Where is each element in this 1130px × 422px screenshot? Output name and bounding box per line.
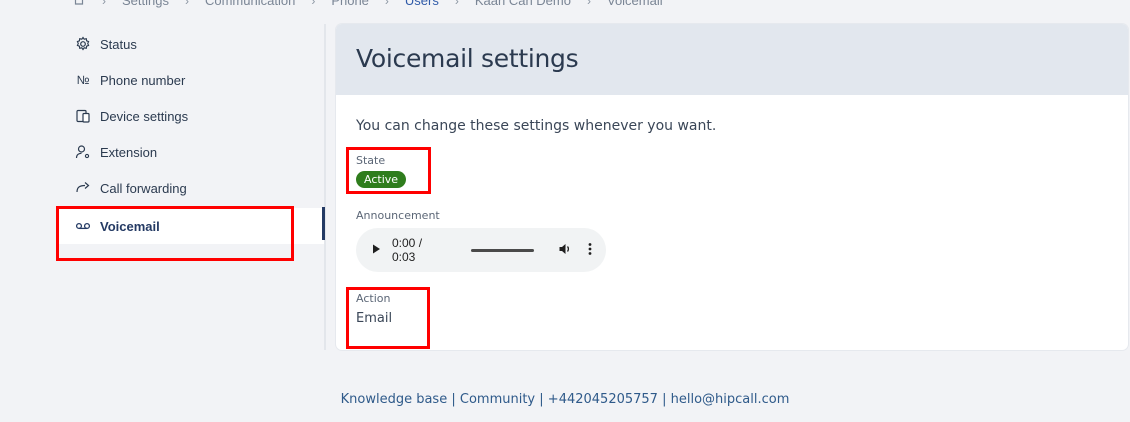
footer-separator: | bbox=[539, 392, 544, 407]
page-title: Voicemail settings bbox=[356, 44, 579, 73]
numero-icon: № bbox=[76, 73, 90, 87]
audio-player: 0:00 / 0:03 bbox=[356, 228, 606, 272]
sidebar-item-label: Extension bbox=[100, 144, 158, 160]
community-link[interactable]: Community bbox=[460, 392, 535, 407]
more-options-icon[interactable] bbox=[588, 242, 592, 259]
state-field: State Active bbox=[356, 154, 1108, 188]
gear-icon bbox=[74, 35, 92, 53]
annotation-box-state bbox=[346, 147, 431, 194]
sidebar-item-label: Status bbox=[100, 36, 137, 52]
sidebar-divider bbox=[324, 24, 326, 350]
chevron-right-icon: › bbox=[384, 0, 389, 8]
volume-icon[interactable] bbox=[558, 242, 572, 259]
intro-text: You can change these settings whenever y… bbox=[356, 118, 717, 134]
voicemail-settings-card: Voicemail settings You can change these … bbox=[336, 24, 1128, 350]
sidebar-item-label: Call forwarding bbox=[100, 180, 187, 196]
breadcrumb-settings[interactable]: Settings bbox=[112, 0, 179, 8]
sidebar-item-phone-number[interactable]: № Phone number bbox=[56, 62, 324, 98]
announcement-label: Announcement bbox=[356, 209, 440, 222]
phone-link[interactable]: +442045205757 bbox=[548, 392, 658, 407]
breadcrumb-communication[interactable]: Communication bbox=[195, 0, 305, 8]
sidebar-item-status[interactable]: Status bbox=[56, 26, 324, 62]
sidebar-item-extension[interactable]: Extension bbox=[56, 134, 324, 170]
sidebar-item-device-settings[interactable]: Device settings bbox=[56, 98, 324, 134]
home-icon[interactable] bbox=[62, 0, 96, 9]
active-indicator bbox=[322, 207, 325, 240]
annotation-box-voicemail bbox=[56, 206, 294, 261]
breadcrumb-current: Voicemail bbox=[606, 0, 663, 8]
card-header: Voicemail settings bbox=[336, 24, 1128, 95]
breadcrumb: › Settings › Communication › Phone › Use… bbox=[62, 0, 673, 9]
action-field: Action Email bbox=[356, 292, 1108, 326]
chevron-right-icon: › bbox=[311, 0, 316, 8]
footer: Knowledge base | Community | +4420452057… bbox=[0, 392, 1130, 407]
action-label: Action bbox=[356, 292, 391, 305]
footer-separator: | bbox=[662, 392, 667, 407]
footer-separator: | bbox=[451, 392, 456, 407]
chevron-right-icon: › bbox=[102, 0, 106, 8]
sidebar-item-call-forwarding[interactable]: Call forwarding bbox=[56, 170, 324, 206]
chevron-right-icon: › bbox=[586, 0, 591, 8]
chevron-right-icon: › bbox=[184, 0, 189, 8]
action-value: Email bbox=[356, 311, 393, 326]
breadcrumb-users[interactable]: Users bbox=[395, 0, 449, 8]
breadcrumb-user[interactable]: Kaan Can Demo bbox=[465, 0, 581, 8]
play-icon[interactable] bbox=[370, 243, 382, 258]
sidebar-item-label: Phone number bbox=[100, 72, 186, 88]
forward-icon bbox=[74, 179, 92, 197]
user-gear-icon bbox=[74, 143, 92, 161]
state-label: State bbox=[356, 154, 386, 167]
annotation-box-action bbox=[346, 287, 430, 349]
sidebar-item-label: Device settings bbox=[100, 108, 189, 124]
breadcrumb-phone[interactable]: Phone bbox=[321, 0, 379, 8]
audio-time: 0:00 / 0:03 bbox=[392, 236, 423, 264]
audio-progress-slider[interactable] bbox=[470, 248, 534, 252]
device-icon bbox=[74, 107, 92, 125]
knowledge-base-link[interactable]: Knowledge base bbox=[341, 392, 448, 407]
chevron-right-icon: › bbox=[454, 0, 459, 8]
card-body: You can change these settings whenever y… bbox=[336, 95, 1128, 349]
email-link[interactable]: hello@hipcall.com bbox=[671, 392, 790, 407]
announcement-field: Announcement 0:00 / 0:03 bbox=[356, 209, 1108, 272]
